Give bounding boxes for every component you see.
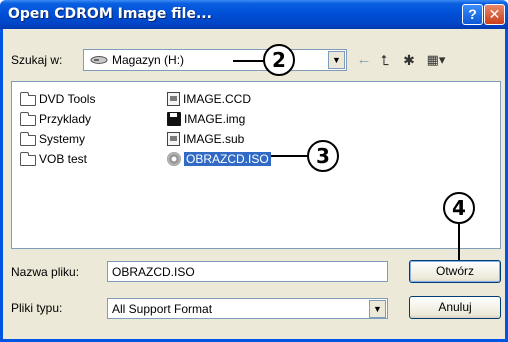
folder-item[interactable]: Systemy <box>20 129 95 149</box>
close-button[interactable]: ✕ <box>484 4 505 25</box>
file-item[interactable]: IMAGE.img <box>167 109 271 129</box>
callout-2-line <box>233 60 265 62</box>
filename-input[interactable]: OBRAZCD.ISO <box>107 261 388 282</box>
file-name: IMAGE.CCD <box>183 92 252 106</box>
file-icon <box>167 132 180 146</box>
up-folder-icon[interactable]: ⮤ <box>375 50 395 70</box>
file-name: IMAGE.sub <box>183 132 245 146</box>
look-in-label: Szukaj w: <box>11 53 63 67</box>
folder-icon <box>20 111 36 126</box>
callout-4: 4 <box>443 192 475 224</box>
new-folder-icon[interactable]: ✱ <box>399 50 419 70</box>
floppy-icon <box>167 112 181 126</box>
views-menu-icon[interactable]: ▦▾ <box>423 50 449 70</box>
folder-item[interactable]: VOB test <box>20 149 95 169</box>
open-button[interactable]: Otwórz <box>409 260 501 283</box>
title-bar[interactable]: Open CDROM Image file... ? ✕ <box>0 0 508 29</box>
folder-name: Przyklady <box>39 112 92 126</box>
folder-icon <box>20 131 36 146</box>
drive-icon <box>90 56 108 64</box>
filetype-dropdown-arrow[interactable]: ▼ <box>369 300 386 318</box>
folder-name: Systemy <box>39 132 86 146</box>
filetype-dropdown[interactable]: All Support Format ▼ <box>107 298 388 319</box>
folder-name: VOB test <box>39 152 88 166</box>
file-item-selected[interactable]: OBRAZCD.ISO <box>167 149 271 169</box>
callout-3-line <box>271 155 309 157</box>
file-item[interactable]: IMAGE.CCD <box>167 89 271 109</box>
folder-item[interactable]: Przyklady <box>20 109 95 129</box>
filetype-value: All Support Format <box>112 302 213 316</box>
callout-4-line <box>458 224 460 260</box>
window-title: Open CDROM Image file... <box>8 6 212 22</box>
folder-column: DVD Tools Przyklady Systemy VOB test <box>20 89 95 169</box>
file-name: IMAGE.img <box>184 112 246 126</box>
filename-label: Nazwa pliku: <box>11 265 80 279</box>
help-button[interactable]: ? <box>462 4 483 25</box>
cancel-button[interactable]: Anuluj <box>409 296 501 319</box>
filetype-label: Pliki typu: <box>11 301 63 315</box>
folder-name: DVD Tools <box>39 92 96 106</box>
open-file-dialog: Open CDROM Image file... ? ✕ Szukaj w: M… <box>0 0 508 342</box>
file-list[interactable]: DVD Tools Przyklady Systemy VOB test IMA… <box>11 81 501 249</box>
callout-2: 2 <box>263 44 295 76</box>
look-in-dropdown-arrow[interactable]: ▼ <box>328 51 345 69</box>
look-in-dropdown[interactable]: Magazyn (H:) ▼ <box>83 49 347 71</box>
folder-icon <box>20 91 36 106</box>
cd-icon <box>167 152 181 166</box>
file-icon <box>167 92 180 106</box>
back-icon[interactable]: ← <box>355 50 373 70</box>
folder-icon <box>20 151 36 166</box>
callout-3: 3 <box>307 140 339 172</box>
file-item[interactable]: IMAGE.sub <box>167 129 271 149</box>
file-column: IMAGE.CCD IMAGE.img IMAGE.sub OBRAZCD.IS… <box>167 89 271 169</box>
file-name: OBRAZCD.ISO <box>184 152 271 166</box>
look-in-value: Magazyn (H:) <box>112 53 185 67</box>
folder-item[interactable]: DVD Tools <box>20 89 95 109</box>
